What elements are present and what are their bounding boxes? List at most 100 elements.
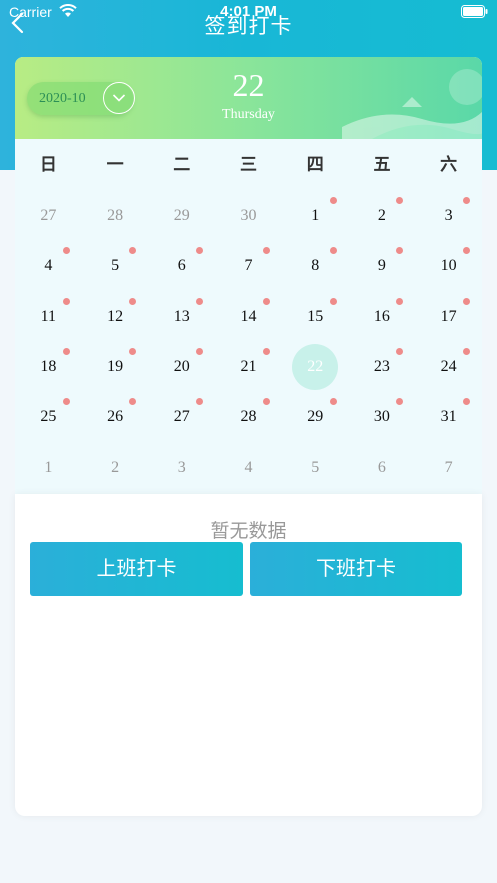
selected-day: 22 — [232, 67, 265, 103]
calendar-day-number: 13 — [173, 307, 190, 325]
calendar-day[interactable]: 12 — [82, 292, 149, 342]
sign-in-page: Carrier 4:01 PM 签到打卡 2020-10 22 Thursday… — [0, 0, 497, 883]
calendar-day[interactable]: 30 — [349, 392, 416, 442]
calendar-day[interactable]: 5 — [282, 442, 349, 492]
calendar-day[interactable]: 20 — [148, 342, 215, 392]
calendar-day[interactable]: 19 — [82, 342, 149, 392]
calendar-day[interactable]: 14 — [215, 292, 282, 342]
calendar-day[interactable]: 11 — [15, 292, 82, 342]
calendar-day[interactable]: 30 — [215, 191, 282, 241]
attendance-dot-icon — [196, 247, 204, 255]
calendar-day-number: 7 — [244, 257, 253, 275]
calendar-day-number: 28 — [107, 207, 124, 225]
attendance-dot-icon — [262, 347, 270, 355]
calendar-day[interactable]: 2 — [82, 442, 149, 492]
calendar-day[interactable]: 13 — [148, 292, 215, 342]
calendar-day-number: 11 — [40, 307, 57, 325]
calendar-day-number: 3 — [177, 458, 186, 476]
calendar-day-number: 6 — [377, 458, 386, 476]
attendance-dot-icon — [396, 398, 404, 406]
calendar-day[interactable]: 5 — [82, 241, 149, 291]
calendar-day[interactable]: 31 — [415, 392, 482, 442]
attendance-dot-icon — [396, 247, 404, 255]
selected-weekday: Thursday — [222, 107, 275, 122]
calendar-card: 2020-10 22 Thursday 日一二三四五六 27 28 29 30 1 2 3 4… — [15, 57, 482, 494]
calendar-day[interactable]: 17 — [415, 292, 482, 342]
clock-out-button[interactable]: 下班打卡 — [250, 542, 462, 596]
calendar-day[interactable]: 3 — [148, 442, 215, 492]
calendar-day[interactable]: 6 — [349, 442, 416, 492]
attendance-dot-icon — [463, 347, 470, 355]
calendar-day[interactable]: 1 — [15, 442, 82, 492]
calendar-day-number: 5 — [111, 257, 120, 275]
attendance-dot-icon — [129, 247, 137, 255]
calendar-day-number: 6 — [177, 257, 186, 275]
calendar-day[interactable]: 28 — [82, 191, 149, 241]
attendance-dot-icon — [62, 398, 70, 406]
attendance-dot-icon — [129, 297, 137, 305]
calendar-day-number: 12 — [107, 307, 124, 325]
calendar-day[interactable]: 4 — [15, 241, 82, 291]
page-title: 签到打卡 — [204, 15, 293, 38]
calendar-day[interactable]: 21 — [215, 342, 282, 392]
calendar-day[interactable]: 9 — [349, 241, 416, 291]
calendar-day[interactable]: 18 — [15, 342, 82, 392]
calendar-day[interactable]: 23 — [349, 342, 416, 392]
calendar-day-number: 8 — [311, 257, 320, 275]
calendar-day-number: 30 — [373, 408, 390, 426]
calendar-day[interactable]: 26 — [82, 392, 149, 442]
calendar-day[interactable]: 2 — [349, 191, 416, 241]
calendar-day-number: 2 — [377, 207, 386, 225]
empty-state-text: 暂无数据 — [210, 521, 287, 542]
calendar-day[interactable]: 29 — [282, 392, 349, 442]
attendance-dot-icon — [329, 398, 337, 406]
calendar-day[interactable]: 1 — [282, 191, 349, 241]
calendar-day-number: 25 — [40, 408, 57, 426]
calendar-day-today[interactable]: 22 — [282, 342, 349, 392]
calendar-day-number: 26 — [107, 408, 124, 426]
calendar-day[interactable]: 7 — [215, 241, 282, 291]
weekday-header: 二 — [173, 155, 191, 174]
attendance-dot-icon — [129, 398, 137, 406]
calendar-day[interactable]: 15 — [282, 292, 349, 342]
calendar-day-number: 7 — [444, 458, 453, 476]
calendar-day-number: 9 — [377, 257, 386, 275]
attendance-dot-icon — [62, 347, 70, 355]
calendar-day-number: 1 — [311, 207, 320, 225]
attendance-dot-icon — [62, 297, 70, 305]
calendar-day[interactable]: 10 — [415, 241, 482, 291]
calendar-day-number: 27 — [173, 408, 190, 426]
calendar-day[interactable]: 4 — [215, 442, 282, 492]
calendar-day[interactable]: 6 — [148, 241, 215, 291]
calendar-day-number: 30 — [240, 207, 257, 225]
weekday-header: 五 — [373, 155, 391, 174]
weekday-header: 六 — [440, 155, 458, 174]
calendar-day[interactable]: 24 — [415, 342, 482, 392]
calendar-day[interactable]: 27 — [15, 191, 82, 241]
calendar-day-number: 27 — [40, 207, 57, 225]
calendar-day-number: 19 — [107, 358, 124, 376]
calendar-day[interactable]: 28 — [215, 392, 282, 442]
calendar-day[interactable]: 25 — [15, 392, 82, 442]
calendar-day-number: 4 — [44, 257, 53, 275]
calendar-day[interactable]: 27 — [148, 392, 215, 442]
calendar-day-number: 5 — [311, 458, 320, 476]
attendance-dot-icon — [196, 398, 204, 406]
calendar-day[interactable]: 7 — [415, 442, 482, 492]
attendance-dot-icon — [329, 197, 337, 204]
clock-in-button[interactable]: 上班打卡 — [30, 542, 243, 596]
calendar-day-number: 2 — [111, 458, 120, 476]
calendar-day[interactable]: 8 — [282, 241, 349, 291]
calendar-day-number: 24 — [440, 358, 457, 376]
attendance-dot-icon — [262, 398, 270, 406]
calendar-day-number: 29 — [307, 408, 324, 426]
calendar-day-number: 17 — [440, 307, 457, 325]
calendar-day-number: 10 — [440, 257, 457, 275]
calendar-day[interactable]: 16 — [349, 292, 416, 342]
attendance-dot-icon — [329, 297, 337, 305]
calendar-day[interactable]: 3 — [415, 191, 482, 241]
attendance-dot-icon — [262, 247, 270, 255]
calendar-day[interactable]: 29 — [148, 191, 215, 241]
calendar-day-number: 22 — [307, 358, 324, 376]
calendar-day-number: 21 — [240, 358, 257, 376]
